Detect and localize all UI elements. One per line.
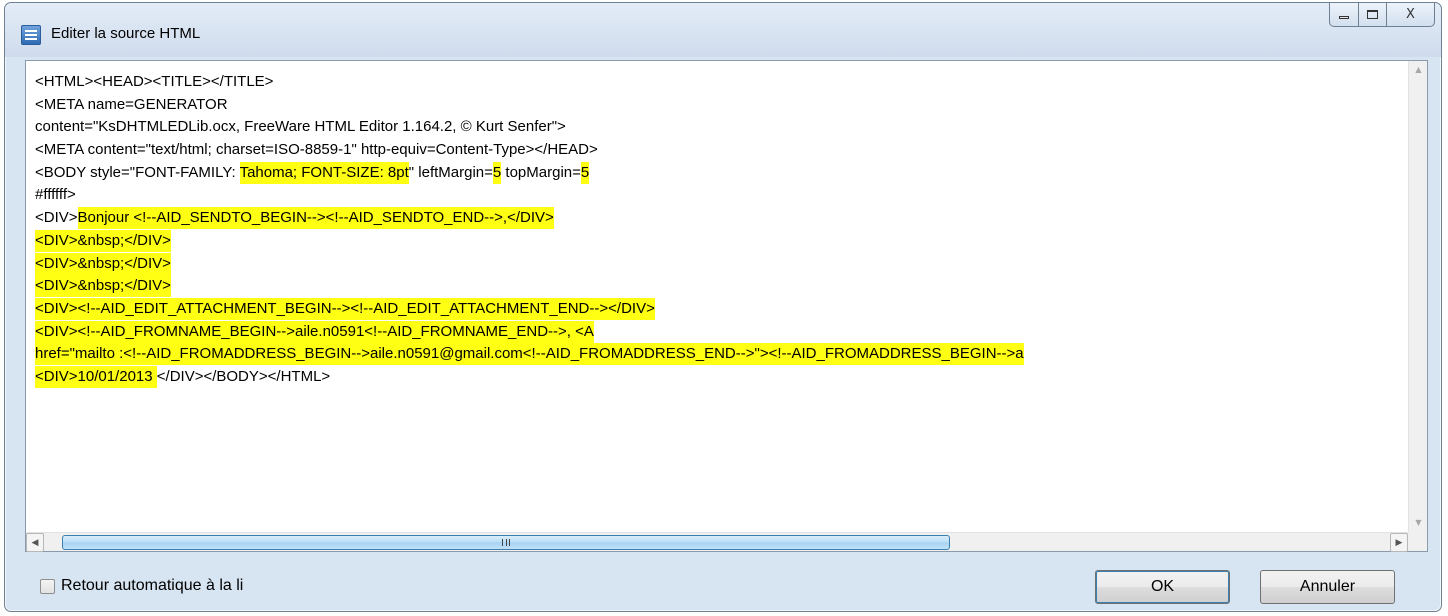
title-bar[interactable]: Editer la source HTML X bbox=[5, 3, 1441, 57]
source-line[interactable]: <DIV><!--AID_EDIT_ATTACHMENT_BEGIN--><!-… bbox=[35, 297, 1402, 321]
source-line[interactable]: <DIV><!--AID_FROMNAME_BEGIN-->aile.n0591… bbox=[35, 320, 1402, 344]
source-text: <HTML><HEAD><TITLE></TITLE> bbox=[35, 73, 274, 90]
maximize-button[interactable] bbox=[1359, 3, 1387, 27]
highlighted-text: Tahoma; FONT-SIZE: 8pt bbox=[239, 161, 409, 184]
scroll-left-icon[interactable]: ◀ bbox=[26, 533, 44, 552]
highlighted-text: 5 bbox=[492, 161, 502, 184]
source-line[interactable]: <HTML><HEAD><TITLE></TITLE> bbox=[35, 71, 1402, 94]
source-code-area[interactable]: <HTML><HEAD><TITLE></TITLE> <META name=GE… bbox=[35, 71, 1402, 527]
highlighted-text: 5 bbox=[580, 161, 590, 184]
maximize-icon bbox=[1367, 10, 1378, 19]
word-wrap-label[interactable]: Retour automatique à la li bbox=[61, 577, 243, 595]
source-line[interactable]: <BODY style="FONT-FAMILY: Tahoma; FONT-S… bbox=[35, 161, 1402, 185]
highlighted-text: <DIV>&nbsp;</DIV> bbox=[35, 252, 171, 275]
horizontal-scrollbar[interactable]: ◀ ▶ bbox=[26, 532, 1408, 552]
window-title: Editer la source HTML bbox=[51, 25, 201, 42]
scroll-up-icon[interactable]: ▲ bbox=[1409, 61, 1428, 79]
minimize-icon bbox=[1339, 16, 1349, 19]
cancel-button[interactable]: Annuler bbox=[1260, 570, 1395, 604]
source-text: <META name=GENERATOR bbox=[35, 95, 228, 113]
horizontal-scroll-thumb[interactable] bbox=[62, 535, 950, 550]
highlighted-text: href="mailto :<!--AID_FROMADDRESS_BEGIN-… bbox=[35, 343, 1024, 366]
source-line[interactable]: <META name=GENERATOR bbox=[35, 94, 1402, 117]
source-line[interactable]: #ffffff> bbox=[35, 184, 1402, 207]
scrollbar-corner bbox=[1408, 532, 1427, 551]
word-wrap-option[interactable]: Retour automatique à la li bbox=[40, 577, 243, 595]
source-text: <BODY style="FONT-FAMILY: bbox=[35, 163, 240, 181]
source-text: " leftMargin= bbox=[408, 163, 493, 181]
highlighted-text: <DIV>10/01/2013 bbox=[35, 365, 157, 388]
source-text: #ffffff> bbox=[35, 186, 76, 204]
html-editor-icon bbox=[21, 25, 41, 45]
highlighted-text: <DIV>&nbsp;</DIV> bbox=[35, 275, 171, 298]
scroll-right-icon[interactable]: ▶ bbox=[1390, 533, 1408, 552]
source-text: <DIV> bbox=[35, 209, 78, 227]
html-source-editor[interactable]: <HTML><HEAD><TITLE></TITLE> <META name=GE… bbox=[25, 60, 1428, 552]
scroll-down-icon[interactable]: ▼ bbox=[1409, 514, 1428, 532]
editor-dialog: Editer la source HTML X <HTML><HEAD><TIT… bbox=[4, 2, 1442, 612]
source-text: </DIV></BODY></HTML> bbox=[156, 367, 331, 385]
close-button[interactable]: X bbox=[1387, 3, 1435, 27]
highlighted-text: Bonjour <!--AID_SENDTO_BEGIN--><!--AID_S… bbox=[77, 207, 554, 230]
source-text: topMargin= bbox=[501, 163, 581, 181]
source-line[interactable]: <DIV>&nbsp;</DIV> bbox=[35, 229, 1402, 253]
source-line[interactable]: href="mailto :<!--AID_FROMADDRESS_BEGIN-… bbox=[35, 343, 1402, 366]
source-text: <META content="text/html; charset=ISO-88… bbox=[35, 141, 598, 159]
source-text: content="KsDHTMLEDLib.ocx, FreeWare HTML… bbox=[35, 118, 566, 136]
scroll-grip-icon bbox=[502, 539, 510, 546]
caption-buttons: X bbox=[1329, 3, 1435, 27]
vertical-scrollbar[interactable]: ▲ ▼ bbox=[1408, 61, 1427, 532]
highlighted-text: <DIV><!--AID_FROMNAME_BEGIN-->aile.n0591… bbox=[35, 320, 594, 343]
source-line[interactable]: <DIV>Bonjour <!--AID_SENDTO_BEGIN--><!--… bbox=[35, 207, 1402, 230]
ok-button[interactable]: OK bbox=[1095, 570, 1230, 604]
minimize-button[interactable] bbox=[1329, 3, 1359, 27]
close-icon: X bbox=[1406, 7, 1415, 22]
word-wrap-checkbox[interactable] bbox=[40, 578, 55, 594]
source-line[interactable]: <META content="text/html; charset=ISO-88… bbox=[35, 139, 1402, 162]
source-line[interactable]: content="KsDHTMLEDLib.ocx, FreeWare HTML… bbox=[35, 116, 1402, 139]
source-line[interactable]: <DIV>10/01/2013 </DIV></BODY></HTML> bbox=[35, 365, 1402, 389]
source-line[interactable]: <DIV>&nbsp;</DIV> bbox=[35, 252, 1402, 276]
highlighted-text: <DIV>&nbsp;</DIV> bbox=[35, 229, 171, 252]
source-line[interactable]: <DIV>&nbsp;</DIV> bbox=[35, 275, 1402, 298]
highlighted-text: <DIV><!--AID_EDIT_ATTACHMENT_BEGIN--><!-… bbox=[35, 297, 655, 320]
